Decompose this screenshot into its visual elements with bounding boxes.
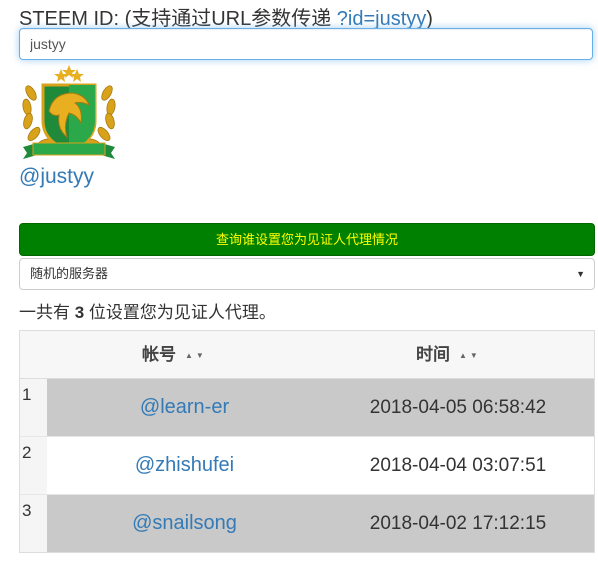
row-account-link[interactable]: @learn-er [47, 379, 322, 436]
summary-prefix: 一共有 [19, 303, 75, 322]
row-time: 2018-04-05 06:58:42 [369, 397, 547, 418]
sort-icon[interactable]: ▲▼ [459, 351, 481, 360]
summary-suffix: 位设置您为见证人代理。 [84, 303, 276, 322]
summary-count: 3 [74, 303, 85, 322]
server-select-value: 随机的服务器 [30, 266, 109, 281]
table-row: 2 @zhishufei 2018-04-04 03:07:51 [20, 437, 594, 495]
steem-id-input[interactable] [19, 28, 593, 60]
label-prefix: STEEM ID: (支持通过URL参数传递 [19, 8, 337, 30]
label-suffix: ) [426, 8, 433, 30]
header-time-label: 时间 [416, 345, 450, 364]
summary-text: 一共有 3 位设置您为见证人代理。 [19, 298, 276, 323]
sort-icon[interactable]: ▲▼ [185, 351, 207, 360]
row-number: 3 [20, 495, 47, 552]
row-time: 2018-04-02 17:12:15 [369, 513, 547, 534]
row-account-link[interactable]: @zhishufei [47, 437, 322, 494]
dolphin-badge-avatar [22, 65, 116, 159]
server-select[interactable]: 随机的服务器 ▼ [19, 258, 595, 290]
header-time[interactable]: 时间 ▲▼ [416, 331, 481, 378]
query-witness-proxy-button[interactable]: 查询谁设置您为见证人代理情况 [19, 223, 595, 256]
steem-id-label: STEEM ID: (支持通过URL参数传递 ?id=justyy) [19, 2, 433, 31]
page: { "form": { "label_prefix": "STEEM ID: (… [0, 0, 598, 571]
row-account-link[interactable]: @snailsong [47, 495, 322, 552]
dropdown-caret-icon: ▼ [576, 269, 585, 279]
row-number: 1 [20, 379, 47, 436]
header-account-label: 帐号 [142, 345, 176, 364]
table-row: 1 @learn-er 2018-04-05 06:58:42 [20, 379, 594, 437]
table-row: 3 @snailsong 2018-04-02 17:12:15 [20, 495, 594, 552]
row-number: 2 [20, 437, 47, 494]
proxy-table: 帐号 ▲▼ 时间 ▲▼ 1 @learn-er 2018-04-05 06:58:4… [19, 330, 595, 553]
row-time: 2018-04-04 03:07:51 [369, 455, 547, 476]
url-param-link[interactable]: ?id=justyy [337, 8, 427, 30]
profile-username-link[interactable]: @justyy [19, 165, 94, 189]
header-account[interactable]: 帐号 ▲▼ [142, 331, 207, 378]
table-header: 帐号 ▲▼ 时间 ▲▼ [20, 331, 594, 379]
